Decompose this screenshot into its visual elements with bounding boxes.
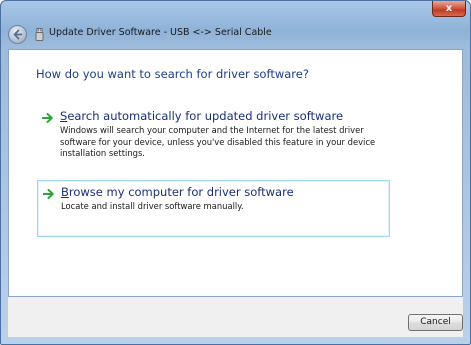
cancel-button[interactable]: Cancel xyxy=(408,314,463,331)
option-description: Locate and install driver software manua… xyxy=(61,201,244,211)
usb-device-icon xyxy=(35,28,44,41)
page-heading: How do you want to search for driver sof… xyxy=(36,67,309,81)
option-title-text: earch automatically for updated driver s… xyxy=(67,109,344,123)
option-title: Search automatically for updated driver … xyxy=(60,109,343,123)
dialog-window: Update Driver Software - USB <-> Serial … xyxy=(0,0,471,345)
window-title: Update Driver Software - USB <-> Serial … xyxy=(49,27,272,38)
green-arrow-icon xyxy=(43,189,54,199)
back-button[interactable] xyxy=(8,25,27,44)
close-button[interactable]: x xyxy=(432,1,466,17)
access-key: B xyxy=(61,185,69,199)
browse-computer-option[interactable]: Browse my computer for driver software L… xyxy=(37,180,390,237)
option-title-text: rowse my computer for driver software xyxy=(68,185,294,199)
green-arrow-icon xyxy=(42,113,53,123)
title-bar: Update Driver Software - USB <-> Serial … xyxy=(1,1,470,47)
option-description: Windows will search your computer and th… xyxy=(60,125,376,158)
option-title: Browse my computer for driver software xyxy=(61,185,294,199)
close-icon: x xyxy=(445,3,453,14)
button-bar: Cancel xyxy=(8,297,463,337)
back-arrow-icon xyxy=(13,29,23,40)
search-automatically-option[interactable]: Search automatically for updated driver … xyxy=(37,106,390,166)
content-area: How do you want to search for driver sof… xyxy=(8,49,463,297)
